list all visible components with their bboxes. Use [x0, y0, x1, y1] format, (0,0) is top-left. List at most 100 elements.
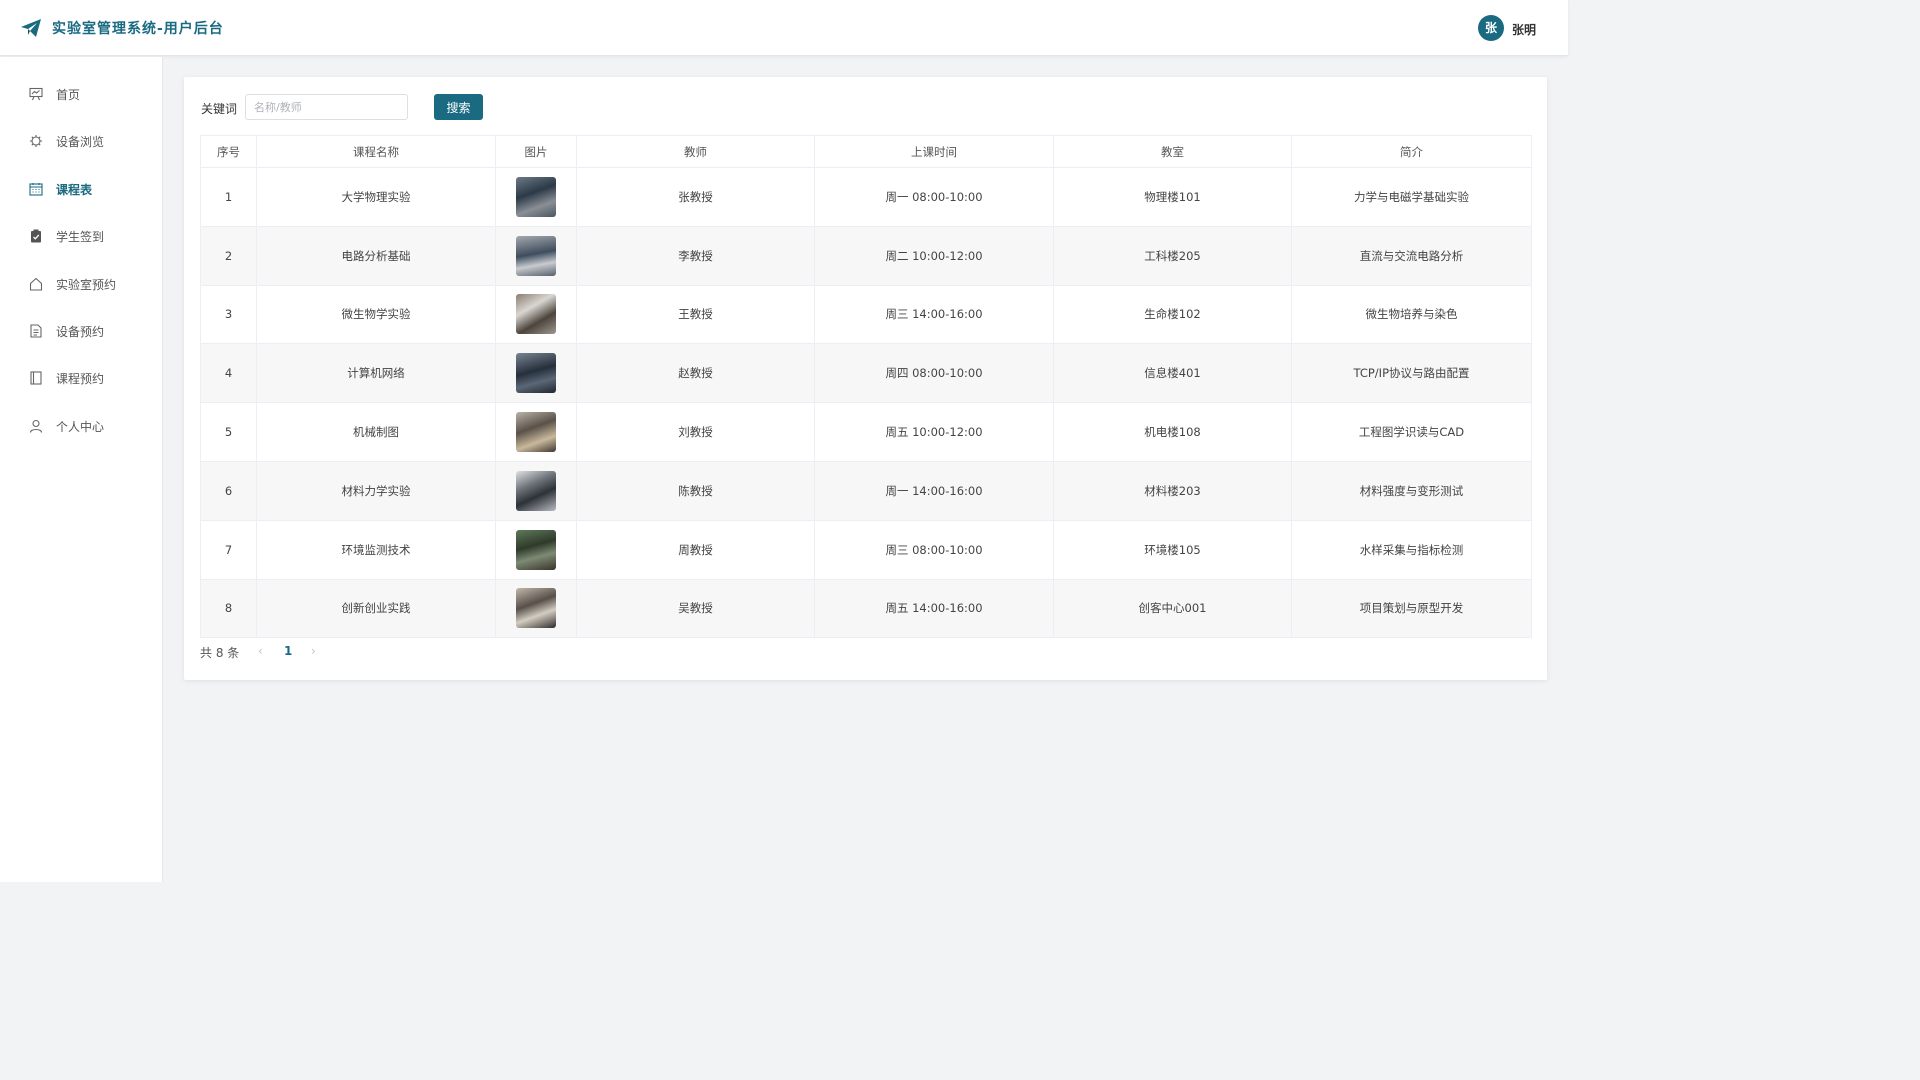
notebook-icon — [30, 371, 42, 385]
user-icon — [29, 419, 43, 433]
cell-intro: TCP/IP协议与路由配置 — [1291, 343, 1532, 404]
cell-teacher: 李教授 — [576, 225, 815, 286]
cell-index: 2 — [200, 225, 257, 286]
table-row: 4 计算机网络 赵教授 周四 08:00-10:00 信息楼401 TCP/IP… — [200, 343, 1532, 404]
cell-index: 7 — [200, 519, 257, 580]
course-image[interactable] — [516, 412, 556, 453]
cell-time: 周一 14:00-16:00 — [814, 460, 1054, 521]
cell-index: 5 — [200, 402, 257, 462]
top-header: 实验室管理系统-用户后台 张 张明 — [0, 0, 1568, 56]
cell-teacher: 吴教授 — [576, 578, 815, 639]
sidebar-item-profile[interactable]: 个人中心 — [0, 410, 162, 442]
keyword-label: 关键词 — [201, 102, 238, 116]
course-image[interactable] — [516, 353, 556, 394]
course-table: 序号 课程名称 图片 教师 上课时间 教室 简介 1 大学物理实验 张教授 周一… — [200, 135, 1532, 639]
cell-room: 生命楼102 — [1053, 284, 1292, 345]
cell-image — [495, 460, 577, 521]
cell-room: 工科楼205 — [1053, 225, 1292, 286]
sidebar-item-device-booking[interactable]: 设备预约 — [0, 315, 162, 347]
table-row: 6 材料力学实验 陈教授 周一 14:00-16:00 材料楼203 材料强度与… — [200, 460, 1532, 521]
sidebar-item-label: 首页 — [56, 87, 81, 102]
course-image[interactable] — [516, 235, 556, 276]
sidebar-item-label: 设备预约 — [56, 324, 105, 339]
cell-index: 6 — [200, 460, 257, 521]
course-image[interactable] — [516, 294, 556, 335]
clipboard-check-icon — [31, 229, 41, 243]
table-row: 2 电路分析基础 李教授 周二 10:00-12:00 工科楼205 直流与交流… — [200, 225, 1532, 286]
cell-time: 周五 10:00-12:00 — [814, 402, 1054, 462]
cell-room: 环境楼105 — [1053, 519, 1292, 580]
cell-course-name: 机械制图 — [256, 402, 496, 462]
cell-time: 周二 10:00-12:00 — [814, 225, 1054, 286]
cell-time: 周三 14:00-16:00 — [814, 284, 1054, 345]
table-row: 7 环境监测技术 周教授 周三 08:00-10:00 环境楼105 水样采集与… — [200, 519, 1532, 580]
sidebar-item-label: 课程预约 — [56, 371, 105, 386]
calendar-icon — [29, 183, 43, 196]
cell-image — [495, 402, 577, 462]
search-button[interactable]: 搜索 — [434, 94, 483, 120]
sidebar-item-schedule[interactable]: 课程表 — [0, 173, 162, 205]
course-image[interactable] — [516, 588, 556, 629]
course-list-card: 关键词 搜索 序号 课程名称 图片 教师 上课时间 教室 简介 1 大学物理实验… — [184, 77, 1547, 680]
cell-course-name: 大学物理实验 — [256, 167, 496, 227]
cell-image — [495, 284, 577, 345]
user-name[interactable]: 张明 — [1512, 21, 1536, 38]
cell-course-name: 材料力学实验 — [256, 460, 496, 521]
avatar[interactable]: 张 — [1478, 15, 1504, 41]
table-row: 8 创新创业实践 吴教授 周五 14:00-16:00 创客中心001 项目策划… — [200, 578, 1532, 639]
cell-intro: 微生物培养与染色 — [1291, 284, 1532, 345]
cell-room: 材料楼203 — [1053, 460, 1292, 521]
cell-image — [495, 343, 577, 404]
column-header: 简介 — [1291, 135, 1532, 168]
page-number-current[interactable]: 1 — [284, 644, 292, 658]
sidebar: 首页 设备浏览 课程表 学生签到 实验室预约 设备预约 课程预约 个人中心 — [0, 57, 163, 882]
cell-teacher: 刘教授 — [576, 402, 815, 462]
sidebar-item-label: 设备浏览 — [56, 134, 105, 149]
total-count: 共 8 条 — [200, 646, 240, 660]
column-header: 图片 — [495, 135, 577, 168]
cell-teacher: 赵教授 — [576, 343, 815, 404]
table-header-row: 序号 课程名称 图片 教师 上课时间 教室 简介 — [200, 135, 1532, 168]
cell-course-name: 创新创业实践 — [256, 578, 496, 639]
next-page-button[interactable]: › — [311, 644, 316, 658]
cell-room: 物理楼101 — [1053, 167, 1292, 227]
cell-room: 机电楼108 — [1053, 402, 1292, 462]
column-header: 教室 — [1053, 135, 1292, 168]
table-row: 3 微生物学实验 王教授 周三 14:00-16:00 生命楼102 微生物培养… — [200, 284, 1532, 345]
course-image[interactable] — [516, 470, 556, 511]
sidebar-item-course-booking[interactable]: 课程预约 — [0, 362, 162, 394]
column-header: 上课时间 — [814, 135, 1054, 168]
table-row: 5 机械制图 刘教授 周五 10:00-12:00 机电楼108 工程图学识读与… — [200, 402, 1532, 462]
sidebar-item-home[interactable]: 首页 — [0, 78, 162, 110]
cell-course-name: 电路分析基础 — [256, 225, 496, 286]
cell-room: 信息楼401 — [1053, 343, 1292, 404]
course-image[interactable] — [516, 529, 556, 570]
paper-plane-icon — [21, 19, 41, 37]
cell-image — [495, 578, 577, 639]
cell-intro: 工程图学识读与CAD — [1291, 402, 1532, 462]
document-icon — [30, 324, 42, 338]
cell-index: 1 — [200, 167, 257, 227]
sidebar-item-lab-booking[interactable]: 实验室预约 — [0, 268, 162, 300]
column-header: 课程名称 — [256, 135, 496, 168]
sidebar-item-devices[interactable]: 设备浏览 — [0, 125, 162, 157]
cell-teacher: 王教授 — [576, 284, 815, 345]
column-header: 序号 — [200, 135, 257, 168]
cell-image — [495, 167, 577, 227]
chip-icon — [30, 135, 42, 147]
prev-page-button[interactable]: ‹ — [258, 644, 263, 658]
presentation-icon — [29, 87, 43, 101]
cell-index: 3 — [200, 284, 257, 345]
table-row: 1 大学物理实验 张教授 周一 08:00-10:00 物理楼101 力学与电磁… — [200, 167, 1532, 227]
sidebar-item-signin[interactable]: 学生签到 — [0, 220, 162, 252]
course-image[interactable] — [516, 176, 556, 217]
cell-index: 8 — [200, 578, 257, 639]
cell-room: 创客中心001 — [1053, 578, 1292, 639]
cell-time: 周三 08:00-10:00 — [814, 519, 1054, 580]
cell-course-name: 环境监测技术 — [256, 519, 496, 580]
cell-teacher: 陈教授 — [576, 460, 815, 521]
search-input[interactable] — [245, 94, 408, 120]
cell-intro: 项目策划与原型开发 — [1291, 578, 1532, 639]
cell-intro: 直流与交流电路分析 — [1291, 225, 1532, 286]
cell-intro: 材料强度与变形测试 — [1291, 460, 1532, 521]
